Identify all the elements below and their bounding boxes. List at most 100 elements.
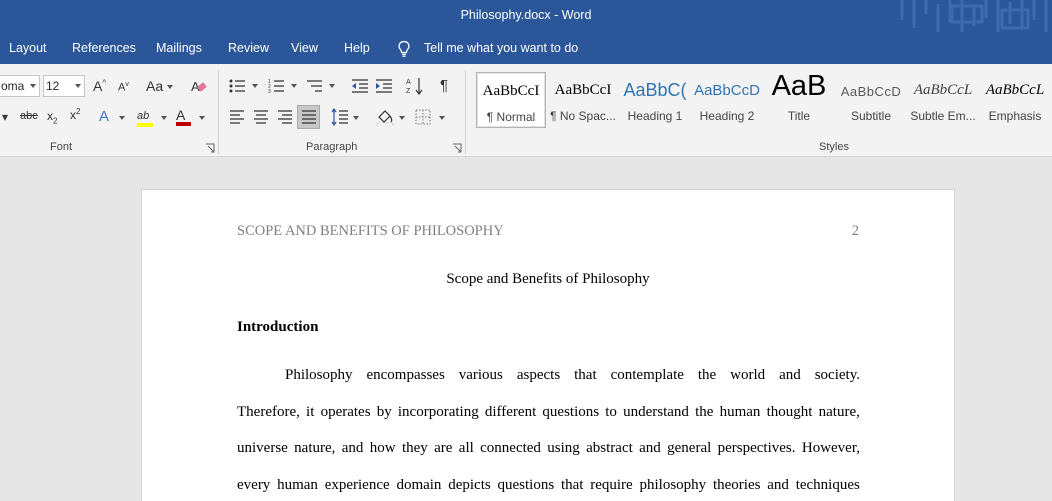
borders-dropdown[interactable] — [439, 116, 445, 120]
body-word: abstract — [586, 440, 633, 456]
highlight-color-icon[interactable]: ab — [137, 108, 153, 127]
body-word: nature, — [294, 440, 336, 456]
style-subtle-emphasis[interactable]: AaBbCcL Subtle Em... — [908, 72, 978, 128]
align-center-icon[interactable] — [253, 110, 269, 124]
change-case-icon[interactable]: Aa — [146, 79, 163, 93]
subscript-icon[interactable]: x2 — [47, 110, 57, 125]
style-emphasis[interactable]: AaBbCcL Emphasis — [980, 72, 1050, 128]
body-line: Philosophy encompasses various aspects that c… — [285, 367, 860, 384]
clear-formatting-icon[interactable]: A — [190, 77, 208, 95]
paragraph-dialog-launcher-icon[interactable] — [452, 143, 462, 153]
borders-icon[interactable] — [415, 109, 431, 125]
body-word: require — [590, 477, 633, 493]
line-spacing-dropdown[interactable] — [353, 116, 359, 120]
style-preview: AaBbCcL — [985, 82, 1045, 98]
body-word: various — [458, 367, 503, 383]
style-preview: AaBbC( — [623, 80, 687, 100]
svg-text:A: A — [406, 79, 411, 86]
style-name: Heading 2 — [699, 109, 755, 123]
shading-dropdown[interactable] — [399, 116, 405, 120]
body-word: and — [639, 440, 661, 456]
svg-text:Z: Z — [406, 88, 411, 95]
numbering-icon[interactable]: 123 — [268, 78, 286, 94]
style-preview: AaBbCcD — [840, 84, 902, 99]
body-word: they — [401, 440, 428, 456]
superscript-icon[interactable]: x2 — [70, 108, 80, 122]
shading-icon[interactable] — [376, 108, 394, 126]
change-case-dropdown[interactable] — [167, 85, 173, 89]
body-word: different — [484, 404, 537, 420]
grow-font-icon[interactable]: A^ — [93, 79, 106, 93]
numbering-dropdown[interactable] — [291, 84, 297, 88]
body-word: that — [560, 477, 584, 493]
tab-help[interactable]: Help — [344, 41, 370, 55]
group-divider — [465, 70, 466, 154]
style-subtitle[interactable]: AaBbCcD Subtitle — [836, 72, 906, 128]
document-title: Scope and Benefits of Philosophy — [446, 271, 650, 287]
svg-text:3: 3 — [268, 89, 271, 94]
multilevel-list-dropdown[interactable] — [329, 84, 335, 88]
style-no-spacing[interactable]: AaBbCcI ¶ No Spac... — [548, 72, 618, 128]
style-name: Emphasis — [988, 109, 1042, 123]
body-word: perspectives. — [717, 440, 796, 456]
body-word: the — [695, 404, 714, 420]
style-preview: AaBbCcI — [554, 82, 612, 98]
justify-icon — [302, 110, 316, 124]
section-heading: Introduction — [237, 319, 319, 335]
style-title[interactable]: AaB Title — [764, 70, 834, 128]
style-name: ¶ Normal — [486, 110, 536, 124]
tab-review[interactable]: Review — [228, 41, 269, 55]
sort-icon[interactable]: AZ — [406, 76, 424, 96]
shrink-font-icon[interactable]: Av — [118, 81, 129, 94]
tab-view[interactable]: View — [291, 41, 318, 55]
styles-group-label: Styles — [819, 141, 849, 153]
document-page[interactable]: SCOPE AND BENEFITS OF PHILOSOPHY 2 Scope… — [141, 189, 955, 501]
tab-references[interactable]: References — [72, 41, 136, 55]
font-group-label: Font — [50, 141, 73, 153]
highlight-color-dropdown[interactable] — [161, 116, 167, 120]
decrease-indent-icon[interactable] — [351, 78, 369, 94]
font-overflow-dropdown[interactable]: ▾ — [2, 111, 8, 123]
strikethrough-icon[interactable]: abc — [20, 111, 38, 122]
style-preview: AaB — [771, 70, 827, 102]
font-color-dropdown[interactable] — [199, 116, 205, 120]
body-word: domain — [396, 477, 442, 493]
body-word: by — [376, 404, 392, 420]
ribbon-tabs: Layout References Mailings Review View H… — [0, 32, 1052, 64]
running-head: SCOPE AND BENEFITS OF PHILOSOPHY — [237, 223, 504, 239]
font-size-value: 12 — [46, 79, 60, 93]
bullets-dropdown[interactable] — [252, 84, 258, 88]
body-line: Therefore, it operates by incorporating diffe… — [237, 404, 860, 421]
style-normal[interactable]: AaBbCcI ¶ Normal — [476, 72, 546, 128]
page-number: 2 — [851, 223, 859, 239]
font-name-combo[interactable]: oma — [0, 75, 40, 97]
style-heading-1[interactable]: AaBbC( Heading 1 — [620, 72, 690, 128]
lightbulb-icon — [398, 40, 410, 57]
text-effects-icon[interactable]: A — [99, 109, 109, 124]
increase-indent-icon[interactable] — [375, 78, 393, 94]
show-paragraph-marks-icon[interactable]: ¶ — [440, 78, 448, 93]
font-size-combo[interactable]: 12 — [43, 75, 85, 97]
font-dialog-launcher-icon[interactable] — [205, 143, 215, 153]
bullets-icon[interactable] — [229, 78, 247, 94]
multilevel-list-icon[interactable] — [306, 78, 324, 94]
body-word: how — [369, 440, 396, 456]
tab-layout[interactable]: Layout — [9, 41, 47, 55]
font-color-icon[interactable]: A — [176, 108, 191, 126]
align-right-icon[interactable] — [277, 110, 293, 124]
align-left-icon[interactable] — [229, 110, 245, 124]
tell-me-label: Tell me what you want to do — [424, 41, 579, 55]
style-name: ¶ No Spac... — [550, 109, 616, 123]
body-word: experience — [324, 477, 390, 493]
body-word: encompasses — [366, 367, 445, 383]
body-word: depicts — [448, 477, 491, 493]
body-word: incorporating — [397, 404, 479, 420]
paragraph-group-label: Paragraph — [306, 141, 358, 153]
style-heading-2[interactable]: AaBbCcD Heading 2 — [692, 72, 762, 128]
justify-button[interactable] — [297, 105, 320, 129]
text-effects-dropdown[interactable] — [119, 116, 125, 120]
body-word: philosophy — [639, 477, 707, 493]
tab-mailings[interactable]: Mailings — [156, 41, 202, 55]
line-spacing-icon[interactable] — [331, 108, 349, 126]
style-name: Title — [787, 109, 811, 123]
